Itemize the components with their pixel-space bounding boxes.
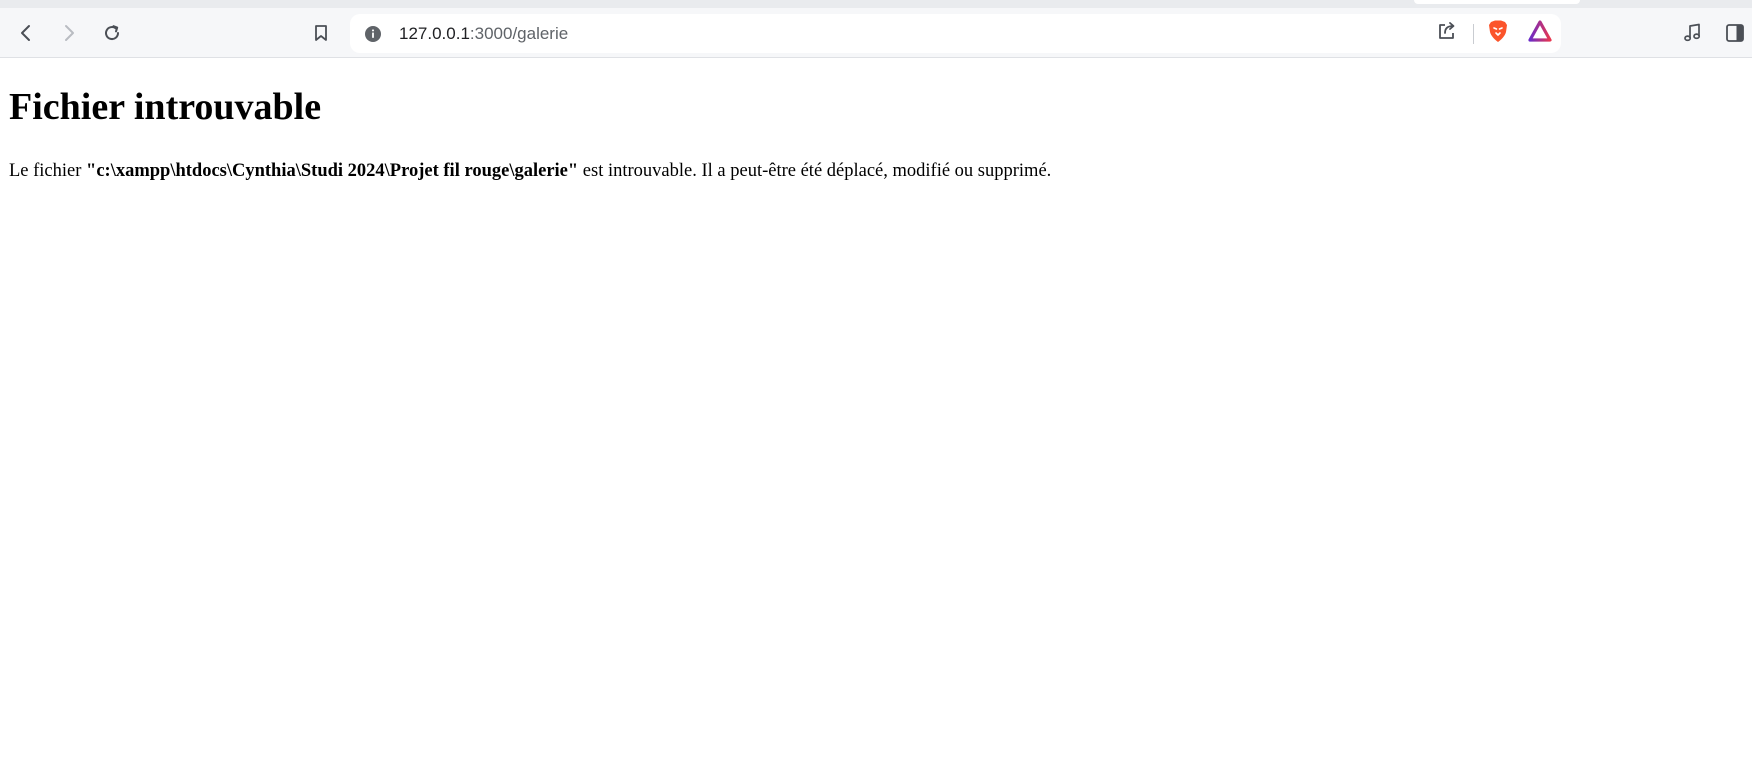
url-path: :3000/galerie <box>469 24 569 43</box>
brave-rewards-triangle-icon <box>1528 20 1552 47</box>
forward-button[interactable] <box>52 16 86 50</box>
brave-rewards-button[interactable] <box>1525 14 1555 53</box>
address-bar[interactable]: 127.0.0.1:3000/galerie <box>350 14 1561 53</box>
message-suffix: est introuvable. Il a peut-être été dépl… <box>578 161 1052 181</box>
reload-icon <box>102 23 122 43</box>
share-icon <box>1436 20 1458 47</box>
brave-shields-button[interactable] <box>1483 14 1513 53</box>
forward-arrow-icon <box>59 23 79 43</box>
error-message: Le fichier "c:\xampp\htdocs\Cynthia\Stud… <box>9 160 1051 182</box>
media-button[interactable] <box>1675 16 1709 50</box>
browser-toolbar: 127.0.0.1:3000/galerie <box>0 8 1752 58</box>
share-button[interactable] <box>1432 14 1462 53</box>
reload-button[interactable] <box>95 16 129 50</box>
back-button[interactable] <box>9 16 43 50</box>
brave-lion-icon <box>1487 19 1509 48</box>
active-tab-edge[interactable] <box>1414 0 1580 4</box>
bookmark-icon <box>311 23 331 43</box>
bookmark-button[interactable] <box>304 16 338 50</box>
message-prefix: Le fichier <box>9 161 87 181</box>
file-path: "c:\xampp\htdocs\Cynthia\Studi 2024\Proj… <box>86 161 579 181</box>
page-title: Fichier introuvable <box>9 86 322 128</box>
sidebar-panel-icon <box>1724 22 1746 44</box>
page-content: Fichier introuvable Le fichier "c:\xampp… <box>9 58 1752 782</box>
music-note-icon <box>1681 22 1703 44</box>
back-arrow-icon <box>16 23 36 43</box>
sidebar-toggle-button[interactable] <box>1718 16 1752 50</box>
url-text[interactable]: 127.0.0.1:3000/galerie <box>399 14 568 53</box>
info-icon[interactable] <box>364 25 382 43</box>
omnibox-divider <box>1473 24 1474 44</box>
url-host: 127.0.0.1 <box>399 24 470 43</box>
